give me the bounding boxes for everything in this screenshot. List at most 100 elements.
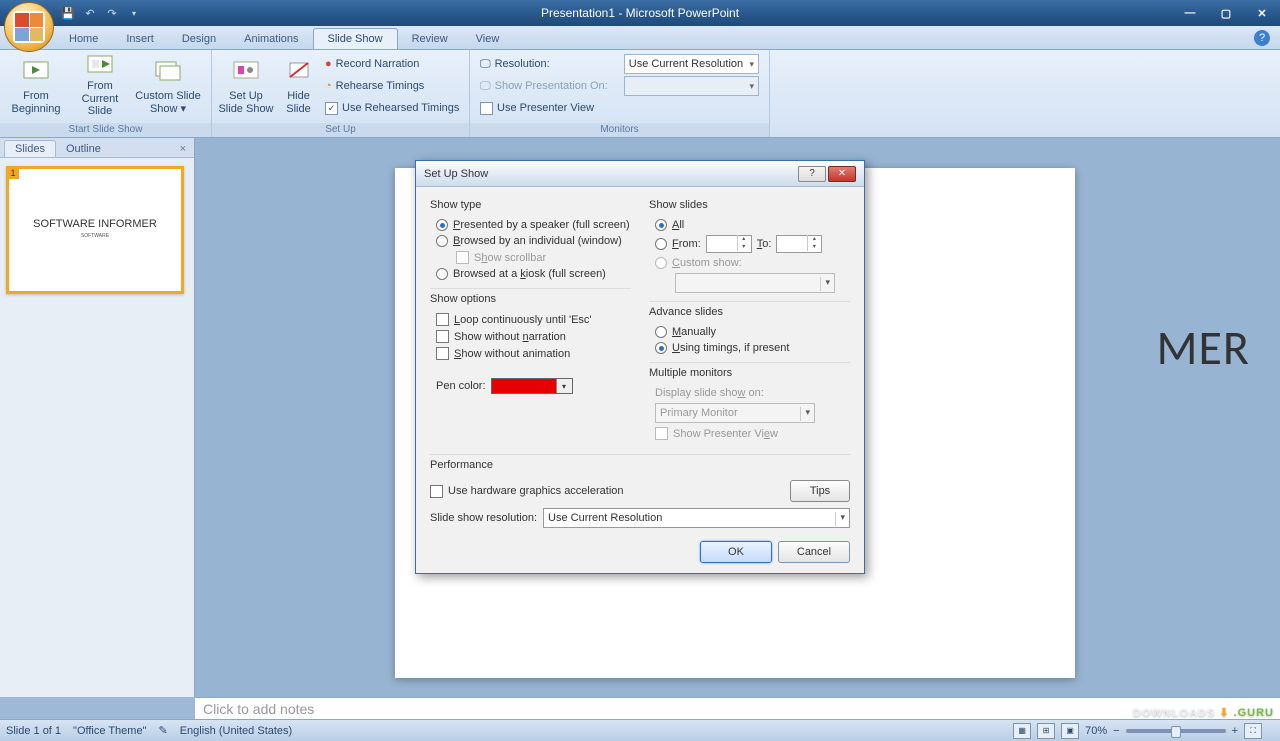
use-rehearsed-timings-checkbox[interactable]: ✓ Use Rehearsed Timings bbox=[321, 97, 463, 119]
zoom-slider[interactable] bbox=[1126, 729, 1226, 733]
checkbox-icon: ✓ bbox=[325, 102, 338, 115]
sorter-view-button[interactable]: ⊞ bbox=[1037, 723, 1055, 739]
to-spinner[interactable] bbox=[776, 235, 822, 253]
download-icon: ⬇ bbox=[1219, 706, 1229, 719]
presentation-current-icon bbox=[84, 54, 116, 78]
resolution-row: 🖵 Resolution: Use Current Resolution bbox=[476, 53, 763, 75]
zoom-percentage[interactable]: 70% bbox=[1085, 725, 1107, 737]
zoom-out-button[interactable]: − bbox=[1113, 725, 1119, 737]
outline-tab[interactable]: Outline bbox=[56, 141, 111, 157]
monitor-icon: 🖵 bbox=[480, 80, 491, 93]
show-options-label: Show options bbox=[430, 293, 631, 305]
set-up-slide-show-button[interactable]: Set Up Slide Show bbox=[216, 53, 276, 119]
custom-show-icon bbox=[152, 56, 184, 88]
hw-acceleration-checkbox[interactable]: Use hardware graphics acceleration bbox=[430, 483, 784, 500]
theme-name: "Office Theme" bbox=[73, 725, 146, 737]
show-presenter-view-checkbox: Show Presenter View bbox=[649, 425, 850, 442]
tab-insert[interactable]: Insert bbox=[112, 29, 168, 49]
slide-counter: Slide 1 of 1 bbox=[6, 725, 61, 737]
custom-show-combo bbox=[675, 273, 835, 293]
loop-continuously-checkbox[interactable]: Loop continuously until 'Esc' bbox=[430, 311, 631, 328]
slide-show-resolution-combo[interactable]: Use Current Resolution bbox=[543, 508, 850, 528]
close-button[interactable]: ✕ bbox=[1248, 4, 1276, 22]
qat-dropdown-icon[interactable]: ▾ bbox=[126, 5, 142, 21]
minimize-button[interactable]: — bbox=[1176, 4, 1204, 22]
without-narration-checkbox[interactable]: Show without narration bbox=[430, 328, 631, 345]
show-slides-label: Show slides bbox=[649, 199, 850, 211]
zoom-in-button[interactable]: + bbox=[1232, 725, 1238, 737]
manually-radio[interactable]: Manually bbox=[649, 324, 850, 340]
record-icon: ● bbox=[325, 58, 332, 70]
thumbnail-number: 1 bbox=[7, 167, 19, 179]
titlebar: 💾 ↶ ↷ ▾ Presentation1 - Microsoft PowerP… bbox=[0, 0, 1280, 26]
dialog-close-button[interactable]: ✕ bbox=[828, 166, 856, 182]
ok-button[interactable]: OK bbox=[700, 541, 772, 563]
display-monitor-combo: Primary Monitor bbox=[655, 403, 815, 423]
group-label: Monitors bbox=[470, 123, 769, 137]
dialog-help-button[interactable]: ? bbox=[798, 166, 826, 182]
tab-review[interactable]: Review bbox=[398, 29, 462, 49]
pen-color-row: Pen color: ▾ bbox=[430, 376, 631, 396]
notes-area[interactable]: Click to add notes bbox=[195, 697, 1280, 719]
redo-icon[interactable]: ↷ bbox=[104, 5, 120, 21]
normal-view-button[interactable]: ▦ bbox=[1013, 723, 1031, 739]
from-to-radio[interactable]: From: To: bbox=[649, 233, 850, 255]
cancel-button[interactable]: Cancel bbox=[778, 541, 850, 563]
office-button[interactable] bbox=[4, 2, 54, 52]
tab-home[interactable]: Home bbox=[55, 29, 112, 49]
tab-slide-show[interactable]: Slide Show bbox=[313, 28, 398, 49]
panel-close-icon[interactable]: × bbox=[176, 141, 190, 157]
slide-thumbnail[interactable]: 1 SOFTWARE INFORMER SOFTWARE bbox=[6, 166, 184, 294]
presenter-view-checkbox[interactable]: Use Presenter View bbox=[476, 97, 763, 119]
ribbon-tabs: Home Insert Design Animations Slide Show… bbox=[0, 26, 1280, 50]
slide-visible-text: MER bbox=[1156, 318, 1250, 377]
language-indicator[interactable]: English (United States) bbox=[180, 725, 293, 737]
statusbar: Slide 1 of 1 "Office Theme" ✎ English (U… bbox=[0, 719, 1280, 741]
group-label: Set Up bbox=[212, 123, 469, 137]
without-animation-checkbox[interactable]: Show without animation bbox=[430, 345, 631, 362]
from-current-slide-button[interactable]: From Current Slide bbox=[68, 53, 132, 119]
slide-show-resolution-label: Slide show resolution: bbox=[430, 512, 537, 524]
fit-to-window-button[interactable]: ⛶ bbox=[1244, 723, 1262, 739]
presented-by-speaker-radio[interactable]: Presented by a speaker (full screen) bbox=[430, 217, 631, 233]
from-beginning-button[interactable]: From Beginning bbox=[4, 53, 68, 119]
display-on-label: Display slide show on: bbox=[649, 385, 850, 401]
help-icon[interactable]: ? bbox=[1254, 30, 1270, 46]
maximize-button[interactable]: ▢ bbox=[1212, 4, 1240, 22]
hide-slide-icon bbox=[283, 56, 315, 88]
clock-icon: ◔ bbox=[325, 80, 332, 92]
spellcheck-icon[interactable]: ✎ bbox=[158, 724, 167, 737]
show-on-combo bbox=[624, 76, 759, 96]
checkbox-icon bbox=[480, 102, 493, 115]
multiple-monitors-label: Multiple monitors bbox=[649, 367, 850, 379]
browsed-kiosk-radio[interactable]: Browsed at a kiosk (full screen) bbox=[430, 266, 631, 282]
tips-button[interactable]: Tips bbox=[790, 480, 850, 502]
browsed-individual-radio[interactable]: Browsed by an individual (window) bbox=[430, 233, 631, 249]
hide-slide-button[interactable]: Hide Slide bbox=[276, 53, 321, 119]
pen-color-picker[interactable]: ▾ bbox=[491, 378, 573, 394]
all-slides-radio[interactable]: All bbox=[649, 217, 850, 233]
app-title: Presentation1 - Microsoft PowerPoint bbox=[541, 6, 739, 20]
tab-view[interactable]: View bbox=[462, 29, 514, 49]
set-up-show-dialog: Set Up Show ? ✕ Show type Presented by a… bbox=[415, 160, 865, 574]
dialog-titlebar[interactable]: Set Up Show ? ✕ bbox=[416, 161, 864, 187]
undo-icon[interactable]: ↶ bbox=[82, 5, 98, 21]
tab-animations[interactable]: Animations bbox=[230, 29, 312, 49]
record-narration-button[interactable]: ● Record Narration bbox=[321, 53, 463, 75]
group-label: Start Slide Show bbox=[0, 123, 211, 137]
custom-show-radio: Custom show: bbox=[649, 255, 850, 271]
ribbon: From Beginning From Current Slide Custom… bbox=[0, 50, 1280, 138]
slides-tab[interactable]: Slides bbox=[4, 140, 56, 157]
custom-slide-show-button[interactable]: Custom Slide Show ▾ bbox=[132, 53, 204, 119]
save-icon[interactable]: 💾 bbox=[60, 5, 76, 21]
using-timings-radio[interactable]: Using timings, if present bbox=[649, 340, 850, 356]
slide-panel: Slides Outline × 1 SOFTWARE INFORMER SOF… bbox=[0, 138, 195, 697]
from-spinner[interactable] bbox=[706, 235, 752, 253]
rehearse-timings-button[interactable]: ◔ Rehearse Timings bbox=[321, 75, 463, 97]
performance-label: Performance bbox=[430, 459, 850, 471]
tab-design[interactable]: Design bbox=[168, 29, 230, 49]
resolution-combo[interactable]: Use Current Resolution bbox=[624, 54, 759, 74]
slideshow-view-button[interactable]: ▣ bbox=[1061, 723, 1079, 739]
quick-access-toolbar: 💾 ↶ ↷ ▾ bbox=[60, 5, 142, 21]
presentation-icon bbox=[20, 56, 52, 88]
